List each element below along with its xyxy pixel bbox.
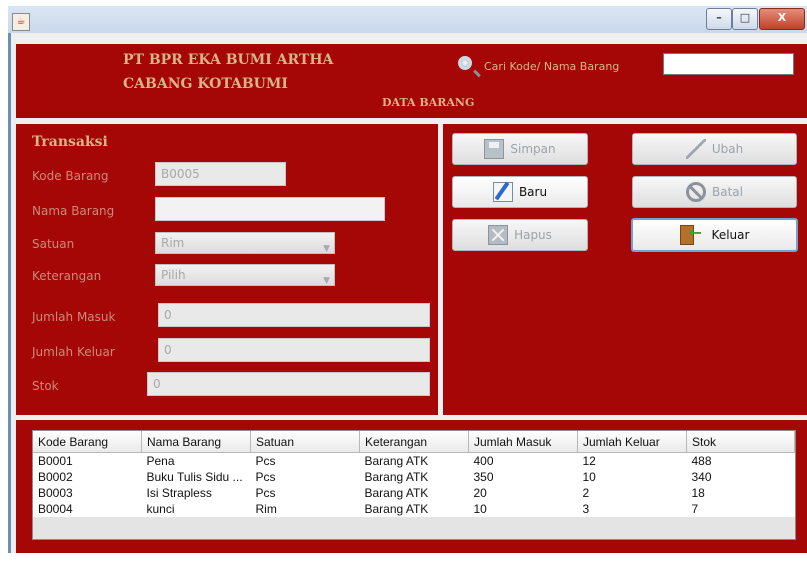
baru-button[interactable]: Baru [452,176,588,208]
table-cell: Pena [146,454,175,468]
satuan-value: Rim [161,236,185,250]
table-cell: B0003 [38,486,73,500]
table-cell: B0002 [38,470,73,484]
column-header[interactable]: Keterangan [359,431,469,453]
maximize-button[interactable]: □ [732,8,758,30]
keluar-label: Keluar [711,228,750,242]
exit-door-icon [679,223,702,245]
table-cell: Buku Tulis Sidu ... [146,470,243,484]
table-cell: 2 [582,486,590,500]
column-header[interactable]: Nama Barang [141,431,251,453]
table-cell: 10 [473,502,487,516]
table-row[interactable]: B0001 Pena Pcs Barang ATK 400 12 488 [33,453,795,470]
simpan-label: Simpan [510,142,556,156]
keterangan-select[interactable]: Pilih ▼ [155,264,335,286]
form-title: Transaksi [32,134,108,150]
table-row[interactable]: B0004 kunci Rim Barang ATK 10 3 7 [33,501,795,517]
table-row[interactable]: B0003 Isi Strapless Pcs Barang ATK 20 2 … [33,485,795,501]
hapus-label: Hapus [514,228,552,242]
nama-barang-label: Nama Barang [32,204,115,218]
satuan-label: Satuan [32,237,75,251]
keterangan-value: Pilih [161,268,186,282]
stok-field[interactable]: 0 [147,372,430,396]
table-cell: Pcs [255,470,276,484]
search-input[interactable] [663,53,794,75]
transaction-form: Transaksi Kode Barang B0005 Nama Barang … [16,124,438,415]
table-cell: Barang ATK [364,470,429,484]
table-cell: Pcs [255,486,276,500]
action-panel: Simpan Ubah Baru Batal Hapus Keluar [443,124,807,415]
delete-icon [488,225,509,245]
save-icon [484,139,505,159]
table-cell: Rim [255,502,277,516]
table-cell: 12 [582,454,596,468]
table-panel: Kode Barang Nama Barang Satuan Keteranga… [16,420,807,553]
jumlah-keluar-field[interactable]: 0 [158,338,430,362]
table-cell: 340 [691,470,712,484]
items-table-scrollpane[interactable]: Kode Barang Nama Barang Satuan Keteranga… [32,430,796,540]
new-document-icon [492,182,513,202]
table-cell: 7 [691,502,699,516]
jumlah-masuk-field[interactable]: 0 [158,303,430,327]
company-name: PT BPR EKA BUMI ARTHA [123,52,334,68]
cancel-icon [686,182,706,202]
items-table: Kode Barang Nama Barang Satuan Keteranga… [33,431,795,517]
close-button[interactable]: X [759,8,805,30]
header-panel: PT BPR EKA BUMI ARTHA CABANG KOTABUMI DA… [16,44,807,118]
dropdown-arrow-icon: ▼ [323,244,330,254]
table-cell: Pcs [255,454,276,468]
stok-label: Stok [32,379,59,393]
batal-button[interactable]: Batal [632,176,797,208]
column-header[interactable]: Jumlah Keluar [577,431,687,453]
jumlah-keluar-label: Jumlah Keluar [32,345,115,359]
batal-label: Batal [712,185,743,199]
ubah-label: Ubah [711,142,744,156]
table-cell: B0001 [38,454,73,468]
baru-label: Baru [518,185,548,199]
simpan-button[interactable]: Simpan [452,133,588,165]
search-label: Cari Kode/ Nama Barang [484,60,620,73]
keluar-button[interactable]: Keluar [631,218,798,252]
table-cell: kunci [146,502,175,516]
table-cell: Isi Strapless [146,486,212,500]
table-cell: 400 [473,454,494,468]
kode-barang-field[interactable]: B0005 [155,162,286,186]
table-cell: Barang ATK [364,486,429,500]
column-header[interactable]: Satuan [250,431,360,453]
table-header-row: Kode Barang Nama Barang Satuan Keteranga… [33,431,795,453]
column-header[interactable]: Jumlah Masuk [468,431,578,453]
table-row[interactable]: B0002 Buku Tulis Sidu ... Pcs Barang ATK… [33,469,795,485]
table-cell: 3 [582,502,590,516]
table-cell: 18 [691,486,705,500]
satuan-select[interactable]: Rim ▼ [155,232,335,254]
table-cell: 488 [691,454,712,468]
minimize-button[interactable]: – [706,8,732,30]
keterangan-label: Keterangan [32,269,102,283]
table-cell: 350 [473,470,494,484]
section-title: DATA BARANG [382,96,475,109]
search-icon [458,56,472,70]
kode-barang-label: Kode Barang [32,169,109,183]
jumlah-masuk-label: Jumlah Masuk [32,310,116,324]
hapus-button[interactable]: Hapus [452,219,588,251]
ubah-button[interactable]: Ubah [632,133,797,165]
java-icon: ☕ [12,13,30,31]
window-border [8,33,11,553]
column-header[interactable]: Stok [686,431,795,453]
table-cell: 10 [582,470,596,484]
table-cell: Barang ATK [364,502,429,516]
nama-barang-field[interactable] [155,197,385,221]
dropdown-arrow-icon: ▼ [323,276,330,286]
table-cell: 20 [473,486,487,500]
table-cell: Barang ATK [364,454,429,468]
table-cell: B0004 [38,502,73,516]
company-branch: CABANG KOTABUMI [123,76,288,92]
pencil-icon [685,139,706,159]
column-header[interactable]: Kode Barang [33,431,142,453]
